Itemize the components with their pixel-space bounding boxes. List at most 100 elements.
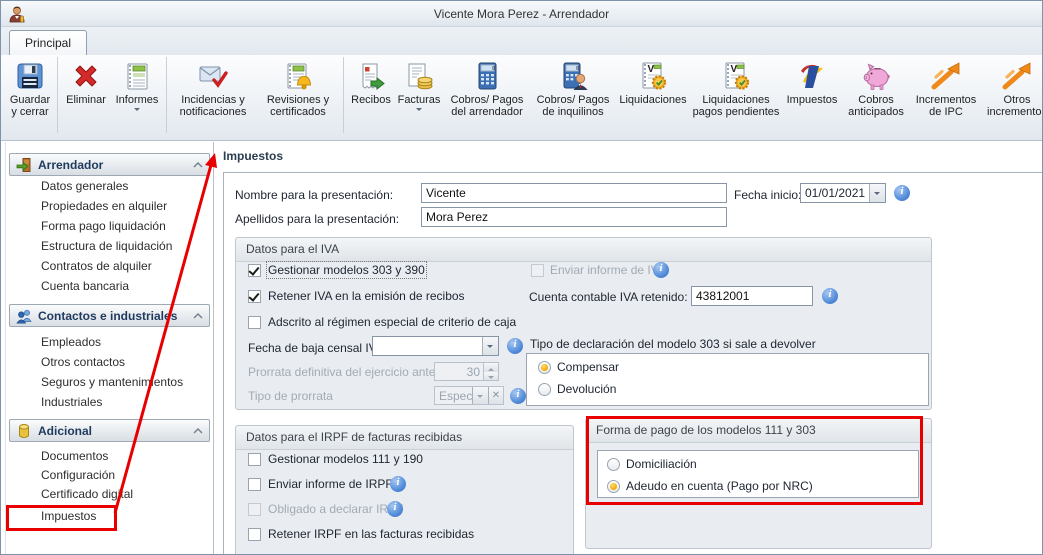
cuenta-contable-label: Cuenta contable IVA retenido: — [529, 290, 688, 304]
checkbox-gestionar-modelos-111-190[interactable] — [248, 453, 261, 466]
enviar-informe-irpf-info-icon[interactable]: i — [390, 476, 406, 492]
sidebar-item-estructura-de-liquidacion[interactable]: Estructura de liquidación — [41, 239, 172, 253]
radio-label[interactable]: Compensar — [557, 360, 619, 374]
sidebar-item-certificado-digital[interactable]: Certificado digital — [41, 487, 133, 501]
sidebar-item-cuenta-bancaria[interactable]: Cuenta bancaria — [41, 279, 129, 293]
tenant-payments-button[interactable]: 0 Cobros/ Pagos de inquilinos — [531, 57, 615, 132]
checkbox-label[interactable]: Enviar informe de IRPF — [268, 477, 393, 491]
sidebar-item-industriales[interactable]: Industriales — [41, 395, 102, 409]
sidebar-group-arrendador[interactable]: Arrendador — [9, 153, 210, 176]
sidebar-item-otros-contactos[interactable]: Otros contactos — [41, 355, 125, 369]
sidebar-item-documentos[interactable]: Documentos — [41, 449, 108, 463]
revisions-certificates-button[interactable]: Revisiones y certificados — [256, 57, 340, 132]
checkbox-label[interactable]: Gestionar modelos 303 y 390 — [266, 261, 427, 279]
window-title: Vicente Mora Perez - Arrendador — [433, 7, 610, 21]
ribbon-buttons-row: Guardar y cerrar Eliminar Informes Incid… — [6, 57, 1043, 137]
sidebar-item-empleados[interactable]: Empleados — [41, 335, 101, 349]
other-increases-button[interactable]: Otros incrementos — [983, 57, 1043, 132]
cuenta-contable-input[interactable] — [691, 286, 813, 306]
button-label: Guardar y cerrar — [9, 94, 51, 118]
fecha-inicio-info-icon[interactable]: i — [894, 185, 910, 201]
fecha-baja-info-icon[interactable]: i — [507, 338, 523, 354]
spin-up-icon — [484, 363, 498, 372]
sidebar-item-impuestos[interactable]: Impuestos — [41, 509, 96, 523]
checkbox-label[interactable]: Adscrito al régimen especial de criterio… — [268, 315, 516, 329]
pending-settlements-button[interactable]: V Liquidaciones pagos pendientes — [691, 57, 781, 132]
checkbox-enviar-informe-iva — [531, 264, 544, 277]
checkbox-gestionar-modelos-303-390[interactable] — [248, 264, 261, 277]
radio-adeudo-en-cuenta[interactable] — [607, 480, 620, 493]
fecha-inicio-combo[interactable]: 01/01/2021 — [800, 183, 886, 203]
apellidos-input[interactable] — [421, 207, 727, 227]
button-label: Otros incrementos — [987, 94, 1043, 118]
checkbox-retener-irpf[interactable] — [248, 528, 261, 541]
dropdown-caret-icon — [416, 108, 422, 114]
invoice-coins-icon — [408, 63, 433, 90]
fecha-baja-censal-combo[interactable] — [372, 336, 499, 356]
clear-x-button: ✕ — [488, 387, 503, 404]
sidebar-item-datos-generales[interactable]: Datos generales — [41, 179, 128, 193]
svg-text:V: V — [648, 64, 655, 75]
checkbox-label: Enviar informe de IVA — [550, 263, 666, 277]
tipo-prorrata-combo: Especial ✕ — [434, 386, 504, 405]
invoices-button[interactable]: Facturas — [395, 57, 443, 132]
sidebar-group-label: Arrendador — [38, 157, 104, 172]
dropdown-arrow-button[interactable] — [482, 337, 498, 355]
chevron-up-icon[interactable] — [193, 427, 203, 434]
checkbox-retener-iva[interactable] — [248, 290, 261, 303]
button-label: Informes — [115, 94, 159, 106]
radio-label[interactable]: Adeudo en cuenta (Pago por NRC) — [626, 479, 813, 493]
landlord-payments-button[interactable]: 0 Cobros/ Pagos del arrendador — [443, 57, 531, 132]
page-title: Impuestos — [223, 149, 284, 163]
nombre-input[interactable] — [421, 183, 727, 203]
checkbox-label[interactable]: Retener IVA en la emisión de recibos — [268, 289, 465, 303]
settlements-button[interactable]: V Liquidaciones — [615, 57, 691, 132]
tipo-prorrata-value: Especial — [439, 389, 472, 403]
ledger-seal-icon: V — [642, 62, 667, 90]
sidebar-group-adicional[interactable]: Adicional — [9, 419, 210, 442]
obligado-declarar-info-icon[interactable]: i — [387, 501, 403, 517]
ribbon-separator — [343, 57, 344, 133]
advance-collections-button[interactable]: Cobros anticipados — [843, 57, 909, 132]
taxes-button[interactable]: Impuestos — [781, 57, 843, 132]
radio-devolucion[interactable] — [538, 383, 551, 396]
forma-pago-group-title: Forma de pago de los modelos 111 y 303 — [586, 419, 931, 443]
sidebar-item-forma-pago-liquidacion[interactable]: Forma pago liquidación — [41, 219, 166, 233]
checkbox-label[interactable]: Gestionar modelos 111 y 190 — [268, 452, 423, 466]
sidebar-group-contactos[interactable]: Contactos e industriales — [9, 304, 210, 327]
sidebar-group-label: Contactos e industriales — [38, 308, 178, 323]
app-window: Vicente Mora Perez - Arrendador Principa… — [0, 0, 1043, 555]
radio-label[interactable]: Domiciliación — [626, 457, 697, 471]
reports-button[interactable]: Informes — [111, 57, 163, 132]
tipo-declaracion-label: Tipo de declaración del modelo 303 si sa… — [530, 337, 816, 351]
door-icon — [16, 157, 31, 172]
delete-button[interactable]: Eliminar — [61, 57, 111, 132]
button-label: Impuestos — [786, 94, 838, 106]
radio-domiciliacion[interactable] — [607, 458, 620, 471]
spinner-buttons — [483, 363, 498, 380]
checkbox-obligado-declarar-irpf — [248, 503, 261, 516]
button-label: Cobros/ Pagos del arrendador — [450, 94, 524, 118]
cpi-increases-button[interactable]: Incrementos de IPC — [909, 57, 983, 132]
tab-principal[interactable]: Principal — [9, 30, 88, 55]
radio-compensar[interactable] — [538, 361, 551, 374]
dropdown-arrow-button[interactable] — [869, 184, 885, 202]
increase-arrow-icon — [1002, 62, 1031, 90]
sidebar-item-seguros-y-mantenimientos[interactable]: Seguros y mantenimientos — [41, 375, 183, 389]
checkbox-adscrito-criterio-caja[interactable] — [248, 316, 261, 329]
save-and-close-button[interactable]: Guardar y cerrar — [6, 57, 54, 132]
chevron-up-icon[interactable] — [193, 161, 203, 168]
sidebar-item-configuracion[interactable]: Configuración — [41, 468, 115, 482]
enviar-informe-iva-info-icon[interactable]: i — [653, 262, 669, 278]
sidebar-item-contratos-de-alquiler[interactable]: Contratos de alquiler — [41, 259, 152, 273]
radio-label[interactable]: Devolución — [557, 382, 616, 396]
checkbox-enviar-informe-irpf[interactable] — [248, 478, 261, 491]
chevron-up-icon[interactable] — [193, 312, 203, 319]
checkbox-label[interactable]: Retener IRPF en las facturas recibidas — [268, 527, 474, 541]
fecha-inicio-label: Fecha inicio: — [734, 188, 802, 202]
sidebar-item-propiedades-en-alquiler[interactable]: Propiedades en alquiler — [41, 199, 167, 213]
incidents-notifications-button[interactable]: Incidencias y notificaciones — [170, 57, 256, 132]
cuenta-contable-info-icon[interactable]: i — [822, 288, 838, 304]
tipo-prorrata-info-icon[interactable]: i — [510, 388, 526, 404]
receipts-button[interactable]: Recibos — [347, 57, 395, 132]
